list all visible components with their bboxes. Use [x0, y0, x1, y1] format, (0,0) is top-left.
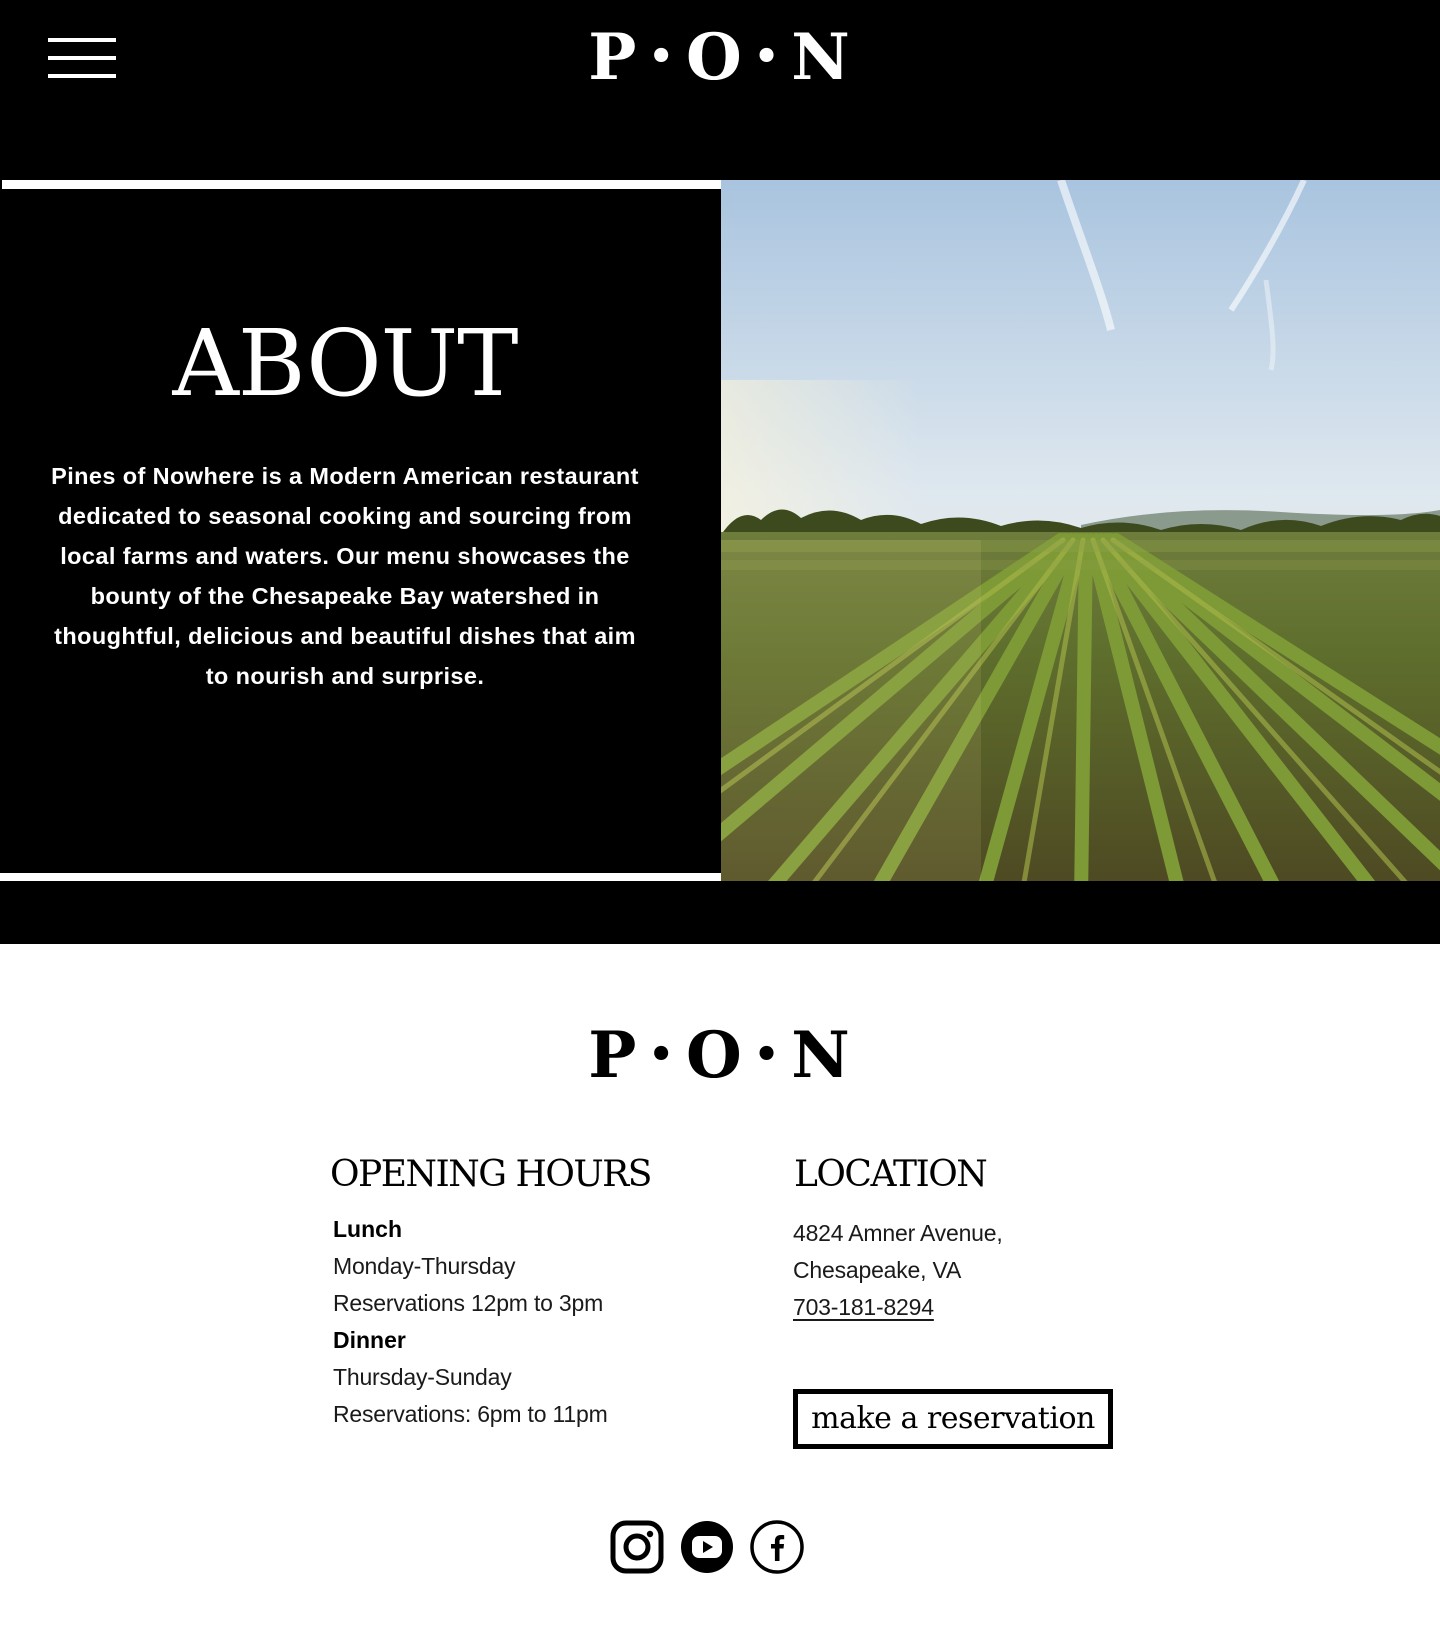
opening-hours-list: Lunch Monday-Thursday Reservations 12pm …: [333, 1211, 753, 1433]
logo-letter-p: P: [588, 20, 639, 95]
about-section: ABOUT Pines of Nowhere is a Modern Ameri…: [0, 180, 1440, 944]
youtube-icon[interactable]: [679, 1519, 735, 1575]
logo-letter-o: O: [685, 1018, 744, 1093]
facebook-icon[interactable]: [749, 1519, 805, 1575]
about-rule-top: [2, 180, 721, 189]
about-rule-bottom: [0, 873, 721, 881]
lunch-label: Lunch: [333, 1216, 402, 1242]
about-panel: ABOUT Pines of Nowhere is a Modern Ameri…: [0, 180, 721, 881]
location-details: 4824 Amner Avenue, Chesapeake, VA 703-18…: [793, 1215, 1213, 1326]
about-description: Pines of Nowhere is a Modern American re…: [51, 463, 639, 689]
farm-field-photo: [721, 180, 1440, 881]
location-heading: LOCATION: [794, 1154, 988, 1195]
address-line-1: 4824 Amner Avenue,: [793, 1220, 1003, 1246]
instagram-icon[interactable]: [609, 1519, 665, 1575]
opening-hours-heading: OPENING HOURS: [330, 1154, 652, 1195]
logo-letter-o: O: [685, 20, 744, 95]
logo-letter-n: N: [791, 20, 852, 95]
lunch-days: Monday-Thursday: [333, 1253, 516, 1279]
logo-dot: •: [753, 1030, 782, 1078]
lunch-times: Reservations 12pm to 3pm: [333, 1290, 604, 1316]
logo-dot: •: [648, 1030, 676, 1078]
dinner-label: Dinner: [333, 1327, 406, 1353]
dinner-days: Thursday-Sunday: [333, 1364, 512, 1390]
logo-dot: •: [753, 32, 782, 80]
logo-letter-p: P: [588, 1018, 639, 1093]
logo-letter-n: N: [791, 1018, 852, 1093]
make-reservation-button[interactable]: make a reservation: [793, 1389, 1113, 1449]
address-line-2: Chesapeake, VA: [793, 1257, 962, 1283]
about-title: ABOUT: [172, 310, 518, 417]
farm-field-illustration: [721, 180, 1440, 881]
site-header: P • O • N: [0, 0, 1440, 180]
logo-dot: •: [648, 32, 676, 80]
footer-logo[interactable]: P • O • N: [0, 1024, 1440, 1088]
phone-link[interactable]: 703-181-8294: [793, 1294, 934, 1320]
dinner-times: Reservations: 6pm to 11pm: [333, 1401, 608, 1427]
header-logo[interactable]: P • O • N: [0, 26, 1440, 90]
